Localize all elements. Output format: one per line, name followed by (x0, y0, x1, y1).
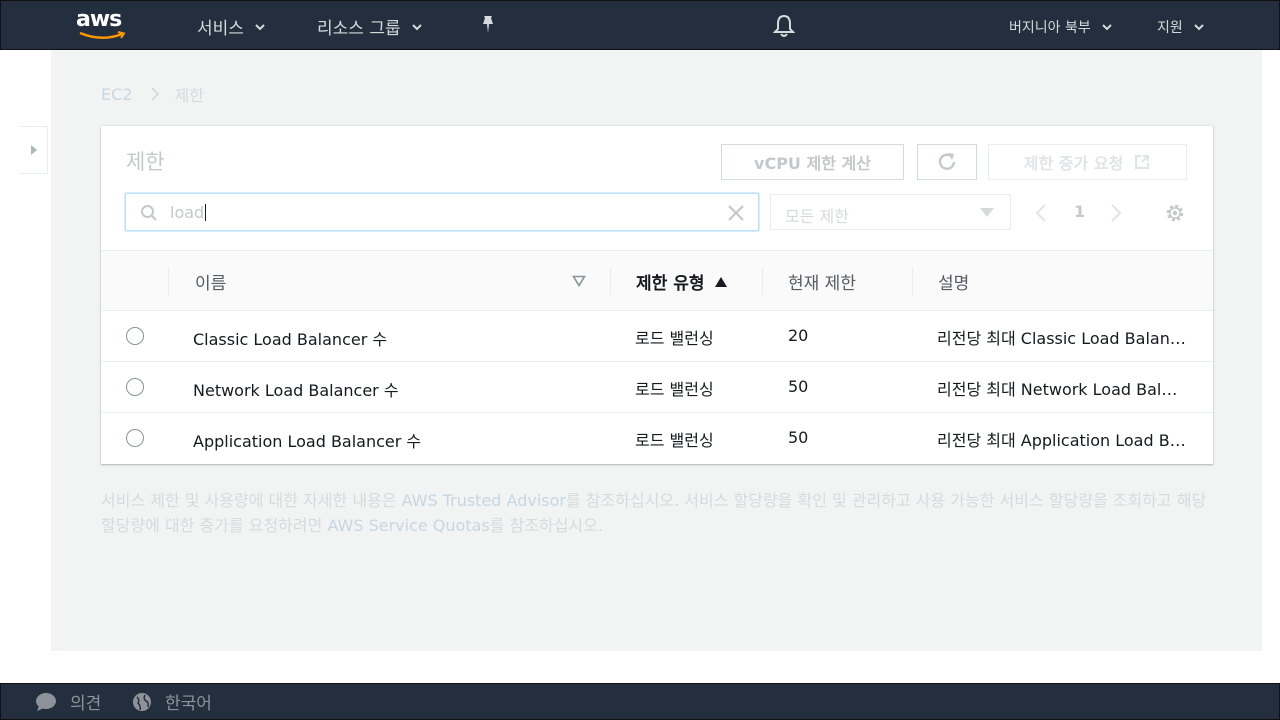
clear-search-icon[interactable] (726, 203, 746, 223)
column-divider (912, 267, 913, 295)
row-name: Application Load Balancer 수 (193, 432, 422, 451)
services-menu[interactable]: 서비스 (197, 14, 266, 39)
breadcrumb-current: 제한 (174, 86, 204, 105)
search-icon (141, 205, 157, 221)
breadcrumb-ec2-link[interactable]: EC2 (101, 85, 132, 104)
notifications-button[interactable] (773, 14, 795, 38)
column-header-description[interactable]: 설명 (938, 269, 969, 294)
search-input[interactable]: load (125, 193, 759, 231)
caret-down-icon (980, 208, 994, 217)
table-row[interactable]: Network Load Balancer 수 로드 밸런싱 50 리전당 최대… (101, 362, 1213, 413)
info-note-text-3: 를 참조하십시오. (489, 516, 603, 535)
language-selector[interactable]: 한국어 (132, 689, 212, 714)
row-description: 리전당 최대 Network Load Balancer 수 (937, 380, 1187, 399)
pin-button[interactable] (479, 15, 497, 35)
calculate-vcpu-limit-button[interactable]: vCPU 제한 계산 (721, 144, 904, 180)
row-name: Classic Load Balancer 수 (193, 330, 388, 349)
refresh-button[interactable] (917, 144, 977, 180)
aws-logo-text: aws (76, 7, 122, 32)
row-current-limit: 20 (788, 326, 809, 345)
row-current-limit: 50 (788, 377, 809, 396)
feedback-label: 의견 (70, 694, 102, 714)
limit-filter-value: 모든 제한 (785, 207, 849, 226)
settings-gear-icon[interactable] (1164, 202, 1186, 224)
trusted-advisor-link[interactable]: AWS Trusted Advisor (402, 491, 566, 510)
row-name: Network Load Balancer 수 (193, 381, 399, 400)
table-row[interactable]: Application Load Balancer 수 로드 밸런싱 50 리전… (101, 413, 1213, 464)
column-header-type[interactable]: 제한 유형 (636, 269, 728, 294)
resource-groups-label: 리소스 그룹 (317, 19, 401, 39)
request-limit-increase-label: 제한 증가 요청 (1023, 154, 1124, 173)
top-navigation-bar: aws 서비스 리소스 그룹 버지니아 북부 지원 (0, 0, 1280, 50)
page-number[interactable]: 1 (1074, 202, 1085, 221)
services-label: 서비스 (197, 19, 244, 39)
row-limit-type: 로드 밸런싱 (635, 329, 714, 348)
info-note: 서비스 제한 및 사용량에 대한 자세한 내용은 AWS Trusted Adv… (101, 488, 1211, 538)
aws-logo[interactable]: aws (76, 7, 131, 43)
region-menu[interactable]: 버지니아 북부 (1009, 17, 1113, 37)
table-row[interactable]: Classic Load Balancer 수 로드 밸런싱 20 리전당 최대… (101, 311, 1213, 362)
row-radio-button[interactable] (126, 429, 144, 447)
limits-panel: 제한 vCPU 제한 계산 제한 증가 요청 load 모든 제한 1 이름 제… (101, 126, 1213, 464)
chevron-down-icon (1102, 24, 1112, 31)
column-header-current-limit[interactable]: 현재 제한 (788, 269, 856, 294)
row-description: 리전당 최대 Classic Load Balancer 수 (937, 329, 1187, 348)
chevron-down-icon (255, 23, 265, 30)
row-radio-button[interactable] (126, 327, 144, 345)
limit-filter-select[interactable]: 모든 제한 (770, 194, 1011, 230)
sort-descending-icon[interactable] (572, 275, 586, 287)
column-divider (610, 267, 611, 295)
refresh-icon (938, 153, 956, 170)
chevron-right-icon (151, 87, 160, 101)
row-limit-type: 로드 밸런싱 (635, 431, 714, 450)
row-radio-button[interactable] (126, 378, 144, 396)
chevron-down-icon (411, 23, 422, 30)
feedback-button[interactable]: 의견 (35, 689, 101, 714)
sort-ascending-icon (715, 276, 728, 287)
row-current-limit: 50 (788, 428, 809, 447)
speech-bubble-icon (36, 692, 56, 711)
globe-icon (133, 692, 151, 711)
breadcrumb: EC2 제한 (101, 82, 204, 106)
column-divider (168, 267, 169, 295)
calculate-vcpu-limit-label: vCPU 제한 계산 (754, 154, 871, 173)
service-quotas-link[interactable]: AWS Service Quotas (327, 516, 489, 535)
support-menu[interactable]: 지원 (1157, 17, 1205, 37)
aws-smile-icon (79, 31, 126, 39)
bell-icon (773, 14, 795, 37)
column-header-type-label: 제한 유형 (636, 274, 705, 294)
next-page-icon[interactable] (1110, 204, 1122, 222)
resource-groups-menu[interactable]: 리소스 그룹 (317, 14, 423, 39)
request-limit-increase-button[interactable]: 제한 증가 요청 (988, 144, 1187, 180)
row-description: 리전당 최대 Application Load Balancer 수 (937, 431, 1187, 450)
table-header: 이름 제한 유형 현재 제한 설명 (101, 250, 1213, 311)
panel-title: 제한 (126, 150, 165, 174)
language-label: 한국어 (165, 694, 212, 714)
bottom-bar: 의견 한국어 (0, 683, 1280, 720)
row-limit-type: 로드 밸런싱 (635, 380, 714, 399)
search-input-value: load (170, 203, 205, 222)
external-link-icon (1135, 155, 1150, 169)
chevron-down-icon (1194, 24, 1204, 31)
column-divider (762, 267, 763, 295)
pin-icon (483, 16, 493, 33)
info-note-text-1: 서비스 제한 및 사용량에 대한 자세한 내용은 (101, 491, 402, 510)
region-label: 버지니아 북부 (1009, 20, 1091, 36)
previous-page-icon[interactable] (1035, 204, 1047, 222)
sidebar-toggle-button[interactable] (20, 126, 48, 174)
caret-right-icon (30, 145, 37, 155)
support-label: 지원 (1157, 20, 1183, 36)
column-header-name[interactable]: 이름 (195, 269, 226, 294)
